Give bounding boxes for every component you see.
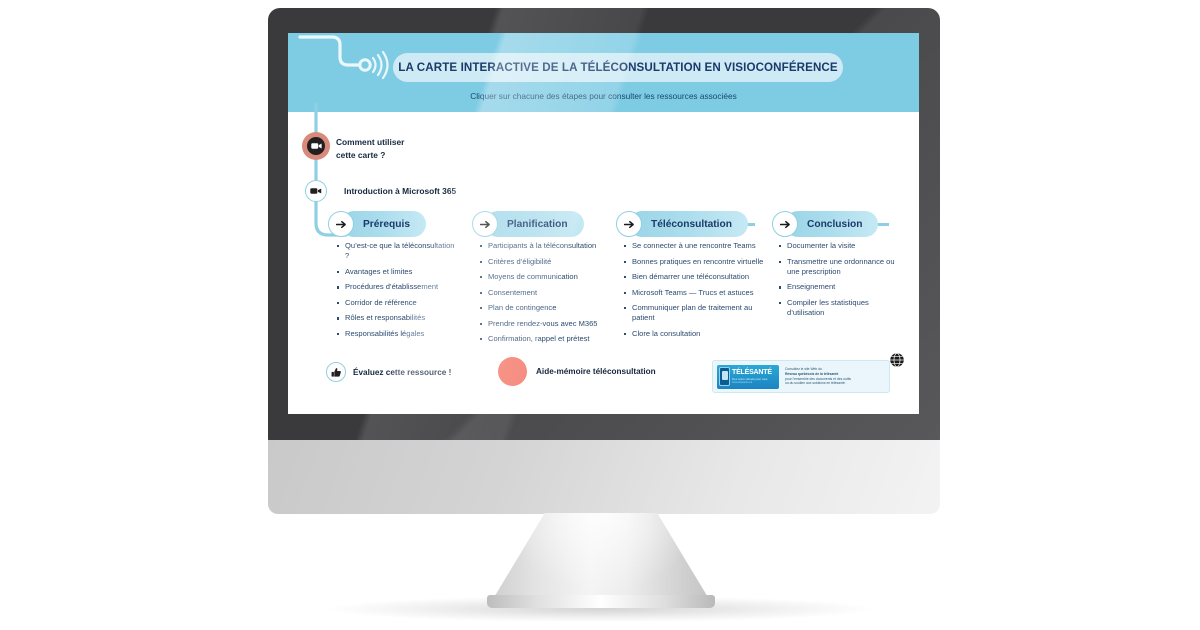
list-item[interactable]: Plan de contingence — [479, 303, 614, 313]
rail-label-intro-m365[interactable]: Introduction à Microsoft 365 — [344, 185, 456, 198]
header-banner: LA CARTE INTERACTIVE DE LA TÉLÉCONSULTAT… — [288, 33, 919, 112]
list-item[interactable]: Critères d’éligibilité — [479, 257, 614, 267]
list-item[interactable]: Rôles et responsabilités — [336, 313, 458, 323]
step-row: Prérequis Planification Téléconsultation… — [288, 211, 919, 247]
rail-label-line1: Comment utiliser — [336, 137, 405, 147]
arrow-right-icon — [328, 211, 354, 237]
step-conclusion[interactable]: Conclusion — [772, 211, 879, 237]
rail-node-how-to-use[interactable] — [302, 132, 330, 160]
logo-wordmark-text: TÉLÉSANTÉ — [732, 368, 772, 376]
video-camera-icon — [310, 188, 322, 194]
monitor-stand-neck — [493, 513, 709, 599]
rate-resource-label: Évaluez cette ressource ! — [353, 367, 452, 377]
monitor-stand-base — [487, 595, 715, 608]
step-label: Téléconsultation — [629, 211, 748, 237]
thumbs-up-glyph — [331, 367, 341, 377]
arrow-right-glyph — [779, 220, 790, 228]
arrow-right-glyph — [479, 220, 490, 228]
list-item[interactable]: Responsabilités légales — [336, 329, 458, 339]
arrow-right-glyph — [335, 220, 346, 228]
header-subtitle: Cliquer sur chacune des étapes pour cons… — [470, 91, 737, 101]
list-item[interactable]: Communiquer plan de traitement au patien… — [623, 303, 773, 323]
telesante-logo-badge[interactable]: TÉLÉSANTÉ Des soins virtuels pour tous w… — [712, 352, 904, 393]
list-item[interactable]: Confirmation, rappel et prétest — [479, 334, 614, 344]
wifi-signal-icon — [298, 35, 389, 80]
arrow-right-icon — [616, 211, 642, 237]
screen-content: LA CARTE INTERACTIVE DE LA TÉLÉCONSULTAT… — [288, 33, 919, 414]
thumbs-up-icon — [326, 362, 346, 382]
video-camera-icon — [307, 137, 325, 155]
list-item[interactable]: Procédures d’établissement — [336, 282, 458, 292]
coral-circle-icon — [498, 357, 527, 386]
telesante-logo-mark: TÉLÉSANTÉ Des soins virtuels pour tous w… — [717, 364, 779, 389]
logo-wordmark-url: www.telesante.ca — [732, 380, 753, 384]
rail-label-line1: Introduction à Microsoft 365 — [344, 186, 457, 196]
list-item[interactable]: Consentement — [479, 288, 614, 298]
telesante-wordmark: TÉLÉSANTÉ Des soins virtuels pour tous w… — [732, 369, 772, 385]
column-list: Participants à la téléconsultation Critè… — [479, 241, 614, 344]
list-item[interactable]: Corridor de référence — [336, 298, 458, 308]
globe-icon[interactable] — [889, 352, 905, 368]
column-list: Qu’est-ce que la téléconsultation ? Avan… — [336, 241, 458, 339]
arrow-right-glyph — [623, 220, 634, 228]
list-item[interactable]: Bien démarrer une téléconsultation — [623, 272, 773, 282]
list-item[interactable]: Bonnes pratiques en rencontre virtuelle — [623, 257, 773, 267]
column-list: Se connecter à une rencontre Teams Bonne… — [623, 241, 773, 339]
page-title-pill: LA CARTE INTERACTIVE DE LA TÉLÉCONSULTAT… — [393, 53, 843, 82]
aide-memoire-label: Aide-mémoire téléconsultation — [536, 367, 656, 376]
list-item[interactable]: Compiler les statistiques d’utilisation — [778, 298, 908, 318]
column-list: Documenter la visite Transmettre une ord… — [778, 241, 908, 318]
list-item[interactable]: Enseignement — [778, 282, 908, 292]
list-item[interactable]: Prendre rendez-vous avec M365 — [479, 319, 614, 329]
rail-label-line2: cette carte ? — [336, 150, 386, 160]
list-item[interactable]: Clore la consultation — [623, 329, 773, 339]
list-item[interactable]: Transmettre une ordonnance ou une prescr… — [778, 257, 908, 277]
step-teleconsultation[interactable]: Téléconsultation — [616, 211, 748, 237]
step-label: Planification — [485, 211, 584, 237]
step-label: Conclusion — [785, 211, 879, 237]
rail-node-intro-m365[interactable] — [305, 180, 327, 202]
arrow-right-icon — [772, 211, 798, 237]
list-item[interactable]: Avantages et limites — [336, 267, 458, 277]
aide-memoire-button[interactable]: Aide-mémoire téléconsultation — [498, 357, 656, 386]
step-prerequis[interactable]: Prérequis — [328, 211, 426, 237]
mobile-phone-icon — [719, 367, 730, 386]
column-planification: Participants à la téléconsultation Critè… — [479, 241, 614, 350]
blurb-line-4: ou du soutien aux solutions en télésanté… — [785, 381, 846, 386]
page-title: LA CARTE INTERACTIVE DE LA TÉLÉCONSULTAT… — [398, 61, 838, 74]
monitor-mockup: LA CARTE INTERACTIVE DE LA TÉLÉCONSULTAT… — [0, 0, 1200, 630]
list-item[interactable]: Moyens de communication — [479, 272, 614, 282]
monitor-chin — [268, 440, 940, 514]
rate-resource-button[interactable]: Évaluez cette ressource ! — [326, 362, 451, 382]
column-prerequis: Qu’est-ce que la téléconsultation ? Avan… — [336, 241, 458, 344]
arrow-right-icon — [472, 211, 498, 237]
column-teleconsultation: Se connecter à une rencontre Teams Bonne… — [623, 241, 773, 344]
column-conclusion: Documenter la visite Transmettre une ord… — [778, 241, 908, 323]
list-item[interactable]: Microsoft Teams — Trucs et astuces — [623, 288, 773, 298]
footer-row: Évaluez cette ressource ! Aide-mémoire t… — [288, 352, 919, 414]
rail-label-how-to-use[interactable]: Comment utiliser cette carte ? — [336, 136, 404, 162]
video-camera-glyph — [310, 143, 322, 149]
telesante-blurb: Consultez le site Web du Réseau québécoi… — [785, 367, 851, 385]
step-planification[interactable]: Planification — [472, 211, 584, 237]
